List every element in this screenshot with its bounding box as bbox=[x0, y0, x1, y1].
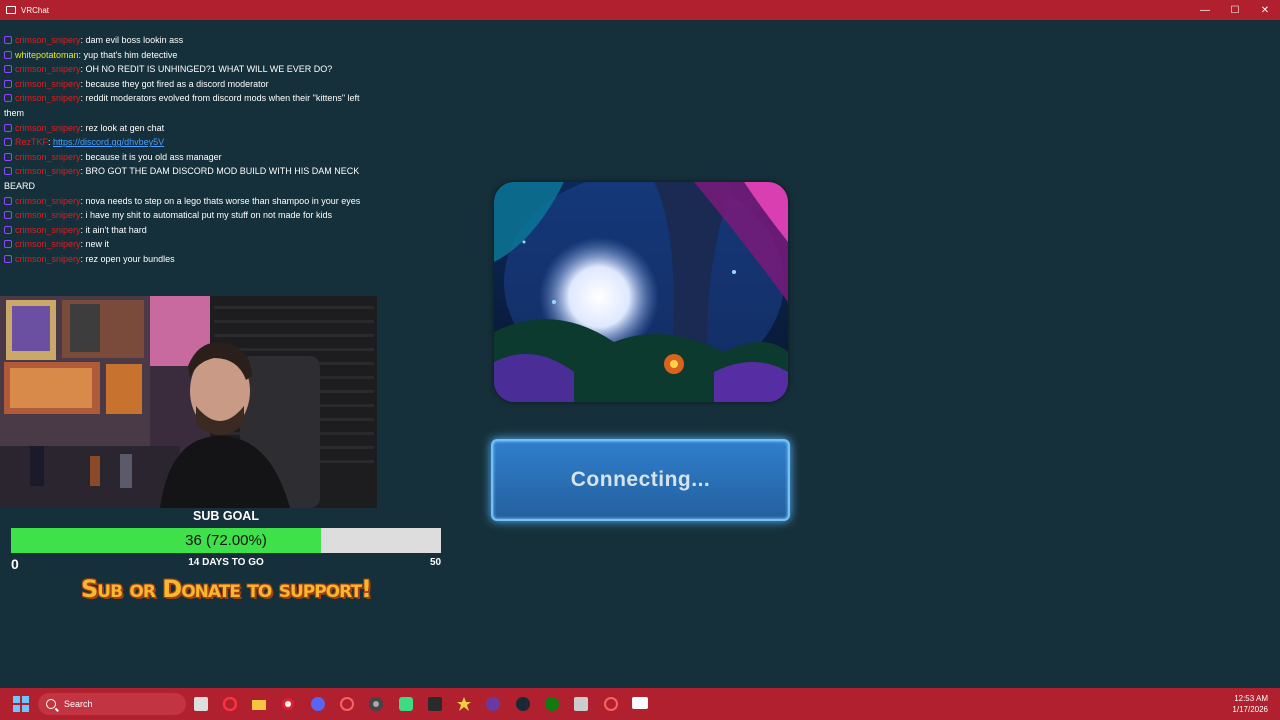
chat-username: crimson_snipery bbox=[15, 151, 81, 162]
xbox-icon[interactable] bbox=[544, 696, 560, 712]
chrome-icon[interactable] bbox=[368, 696, 384, 712]
window-title: VRChat bbox=[21, 5, 50, 15]
chat-text: i have my shit to automatical put my stu… bbox=[85, 210, 332, 221]
taskbar-search[interactable]: Search bbox=[38, 693, 186, 715]
title-bar: VRChat — ☐ ✕ bbox=[0, 0, 1280, 20]
discord-icon[interactable] bbox=[310, 696, 326, 712]
twitch-badge-icon bbox=[4, 138, 12, 147]
chat-username: RezTKF bbox=[15, 137, 49, 148]
chat-link[interactable]: https://discord.gg/dhvbey5V bbox=[53, 137, 164, 147]
clock-date: 1/17/2026 bbox=[1232, 705, 1268, 714]
connecting-label: Connecting... bbox=[570, 468, 711, 491]
chat-message: whitepotatoman: yup that's him detective bbox=[4, 48, 364, 63]
twitch-badge-icon bbox=[4, 79, 12, 88]
windows-start-icon[interactable] bbox=[13, 696, 29, 712]
search-placeholder: Search bbox=[64, 699, 93, 709]
android-icon[interactable] bbox=[398, 696, 414, 712]
chat-text: nova needs to step on a lego thats worse… bbox=[85, 195, 361, 206]
opera-icon[interactable] bbox=[222, 696, 238, 712]
chat-overlay: crimson_snipery: dam evil boss lookin as… bbox=[4, 33, 364, 267]
chat-username: crimson_snipery bbox=[15, 122, 81, 133]
chat-text: dam evil boss lookin ass bbox=[85, 35, 184, 45]
twitch-badge-icon bbox=[4, 94, 12, 103]
chat-username: crimson_snipery bbox=[15, 253, 81, 264]
chat-username: crimson_snipery bbox=[15, 195, 81, 206]
sub-goal-progress-bar: 36 (72.00%) bbox=[11, 528, 441, 553]
sub-goal-progress-text: 36 (72.00%) bbox=[185, 532, 267, 549]
system-clock[interactable]: 12:53 AM 1/17/2026 bbox=[1232, 693, 1268, 715]
chat-text: OH NO REDIT IS UNHINGED?1 WHAT WILL WE E… bbox=[85, 64, 333, 75]
chat-text: it ain't that hard bbox=[85, 224, 147, 235]
close-button[interactable]: ✕ bbox=[1250, 0, 1280, 20]
chat-message: crimson_snipery: OH NO REDIT IS UNHINGED… bbox=[4, 62, 364, 77]
chat-message: crimson_snipery: it ain't that hard bbox=[4, 223, 364, 238]
sub-goal-title: SUB GOAL bbox=[193, 509, 259, 523]
connecting-button[interactable]: Connecting... bbox=[491, 439, 790, 521]
webcam-image bbox=[0, 296, 377, 508]
chat-username: crimson_snipery bbox=[15, 166, 81, 177]
chat-message: crimson_snipery: rez look at gen chat bbox=[4, 121, 364, 136]
maximize-button[interactable]: ☐ bbox=[1220, 0, 1250, 20]
chat-message: crimson_snipery: dam evil boss lookin as… bbox=[4, 33, 364, 48]
firefox-icon[interactable] bbox=[485, 696, 501, 712]
twitch-badge-icon bbox=[4, 225, 12, 234]
minimize-button[interactable]: — bbox=[1190, 0, 1220, 20]
chat-message: crimson_snipery: BRO GOT THE DAM DISCORD… bbox=[4, 166, 360, 191]
twitch-badge-icon bbox=[4, 240, 12, 249]
chat-message: crimson_snipery: because they got fired … bbox=[4, 77, 364, 92]
search-icon bbox=[46, 699, 56, 709]
folder-icon[interactable] bbox=[251, 696, 267, 712]
snipping-icon[interactable] bbox=[573, 696, 589, 712]
star-icon[interactable] bbox=[456, 696, 472, 712]
twitch-badge-icon bbox=[4, 36, 12, 44]
taskbar: Search 12:53 AM 1/17/2026 bbox=[0, 688, 1280, 720]
terminal-icon[interactable] bbox=[427, 696, 443, 712]
chat-message: crimson_snipery: nova needs to step on a… bbox=[4, 194, 364, 209]
clock-time: 12:53 AM bbox=[1234, 694, 1268, 703]
vrchat-icon[interactable] bbox=[632, 696, 648, 712]
chat-text: rez look at gen chat bbox=[85, 122, 165, 133]
world-preview-image bbox=[494, 182, 788, 402]
chat-username: crimson_snipery bbox=[15, 93, 81, 104]
chat-text: because it is you old ass manager bbox=[85, 151, 222, 162]
webcam-feed bbox=[0, 296, 377, 508]
sub-goal-days-left: 14 DAYS TO GO bbox=[188, 557, 264, 568]
chat-username: crimson_snipery bbox=[15, 210, 81, 221]
creative-cloud-icon-2[interactable] bbox=[603, 696, 619, 712]
chat-message: crimson_snipery: because it is you old a… bbox=[4, 150, 364, 165]
chat-message: RezTKF: https://discord.gg/dhvbey5V bbox=[4, 135, 364, 150]
chat-username: crimson_snipery bbox=[15, 64, 81, 75]
chat-message: crimson_snipery: new it bbox=[4, 237, 364, 252]
twitch-badge-icon bbox=[4, 211, 12, 220]
chat-text: because they got fired as a discord mode… bbox=[85, 78, 269, 89]
chat-username: crimson_snipery bbox=[15, 224, 81, 235]
support-banner: Sub or Donate to support! bbox=[81, 575, 372, 603]
twitch-badge-icon bbox=[4, 50, 12, 59]
record-icon[interactable] bbox=[280, 696, 296, 712]
file-explorer-icon[interactable] bbox=[193, 696, 209, 712]
sub-goal-max: 50 bbox=[430, 557, 442, 568]
twitch-badge-icon bbox=[4, 123, 12, 132]
chat-text: yup that's him detective bbox=[83, 49, 178, 60]
steam-icon[interactable] bbox=[515, 696, 531, 712]
chat-message: crimson_snipery: rez open your bundles bbox=[4, 252, 364, 267]
chat-username: crimson_snipery bbox=[15, 239, 81, 250]
chat-username: crimson_snipery bbox=[15, 35, 81, 45]
window-controls: — ☐ ✕ bbox=[1190, 0, 1280, 20]
twitch-badge-icon bbox=[4, 254, 12, 263]
chat-text: rez open your bundles bbox=[85, 253, 175, 264]
twitch-badge-icon bbox=[4, 196, 12, 205]
chat-username: crimson_snipery bbox=[15, 78, 81, 89]
chat-message: crimson_snipery: i have my shit to autom… bbox=[4, 208, 364, 223]
twitch-badge-icon bbox=[4, 65, 12, 74]
chat-message: crimson_snipery: reddit moderators evolv… bbox=[4, 93, 360, 118]
twitch-badge-icon bbox=[4, 152, 12, 161]
vrchat-app-icon bbox=[6, 6, 16, 14]
twitch-badge-icon bbox=[4, 167, 12, 176]
creative-cloud-icon[interactable] bbox=[339, 696, 355, 712]
chat-text: new it bbox=[85, 239, 110, 250]
chat-username: whitepotatoman bbox=[15, 49, 79, 60]
